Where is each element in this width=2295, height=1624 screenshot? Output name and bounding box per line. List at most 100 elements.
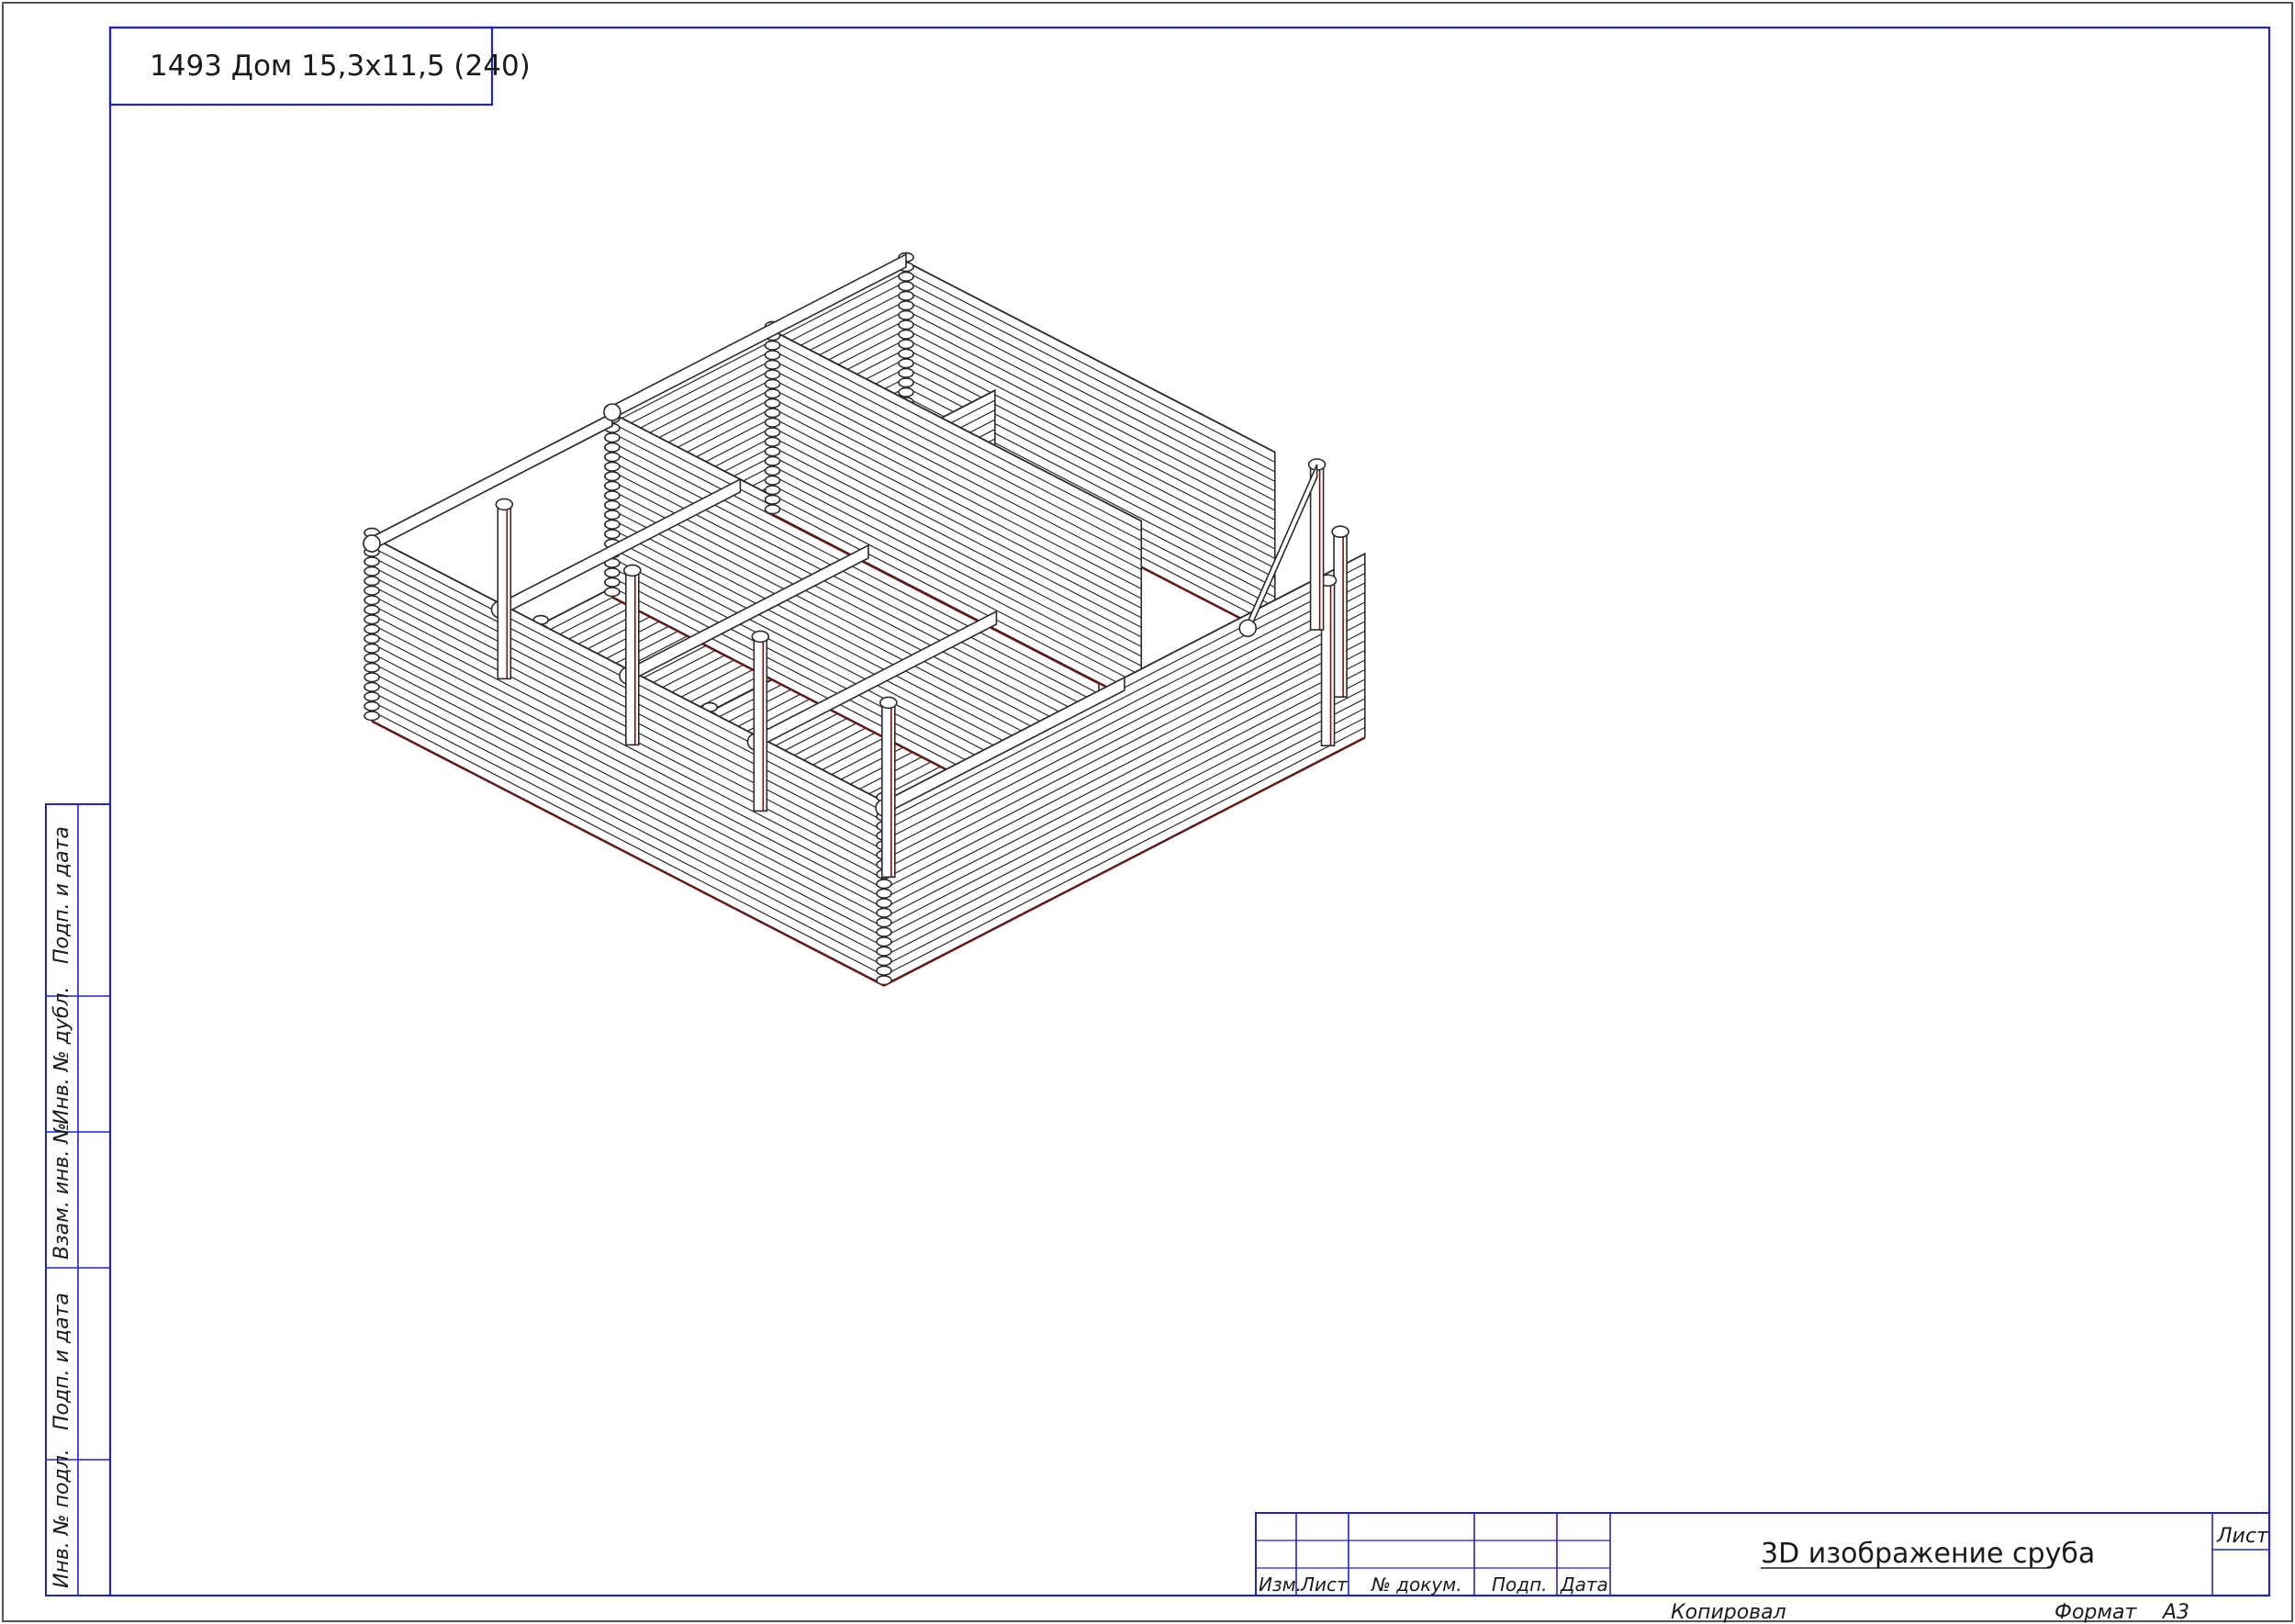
veranda-post-2	[624, 569, 640, 746]
veranda-post-4-top	[879, 696, 898, 710]
inner-wall-cross-a-log-end	[604, 529, 621, 540]
sheet-title: 3D изображение сруба	[1761, 1538, 2095, 1570]
project-title-box: 1493 Дом 15,3х11,5 (240)	[108, 26, 531, 106]
porch-post-1-top	[1331, 525, 1349, 539]
left-front-wall-log-end	[364, 700, 380, 711]
left-front-wall-log-end	[364, 711, 380, 722]
right-wall-log-end	[898, 290, 914, 301]
inner-wall-cross-b-log-end	[764, 417, 781, 428]
col-doc-number: № докум.	[1371, 1574, 1462, 1596]
inner-wall-cross-a-log-end	[604, 442, 621, 453]
porch-beam-end	[1238, 619, 1258, 638]
inner-wall-cross-b-log-end	[764, 408, 781, 419]
inner-wall-cross-a-log-end	[604, 567, 621, 578]
log-house-3d-drawing	[363, 252, 1366, 987]
veranda-post-1-top	[495, 498, 514, 511]
front-wall-log-end	[876, 907, 892, 918]
inner-wall-cross-a-log-end	[604, 471, 621, 482]
inner-wall-cross-a-log-end	[604, 432, 621, 443]
left-front-wall-log-end	[364, 691, 380, 702]
side-stamp-signature-date-1: Подп. и дата	[50, 826, 73, 964]
front-wall-log-end	[876, 926, 892, 937]
veranda-post-1	[497, 503, 512, 680]
inner-wall-cross-a-log-end	[604, 499, 621, 510]
drawing-sheet: 1493 Дом 15,3х11,5 (240) Подп. и дата Ин…	[2, 2, 2293, 1624]
porch-post-1	[1333, 531, 1348, 699]
inner-wall-cross-a-log-end	[604, 480, 621, 491]
inner-wall-cross-a-log-end	[604, 510, 621, 521]
right-wall-log-end	[898, 377, 914, 388]
left-front-wall-log-end	[364, 672, 380, 683]
right-wall-log-end	[898, 329, 914, 340]
inner-wall-cross-b-log-end	[764, 369, 781, 380]
inner-wall-cross-a-log-end	[604, 577, 621, 588]
left-front-wall-log-end	[364, 614, 380, 625]
veranda-post-2-top	[622, 564, 642, 577]
left-front-wall-log-end	[364, 633, 380, 644]
right-wall-log-end	[898, 309, 914, 320]
format-value: А3	[2161, 1601, 2189, 1624]
right-wall-log-end	[898, 358, 914, 369]
inner-wall-cross-a-log-end	[604, 587, 621, 598]
left-front-wall-log-end	[364, 566, 380, 577]
inner-wall-cross-b-log-end	[764, 446, 781, 457]
inner-wall-cross-b-log-end	[764, 465, 781, 476]
side-stamp-replaced-inv: Взам. инв. №	[50, 1123, 73, 1260]
right-wall-log-end	[898, 319, 914, 330]
front-wall-log-end	[876, 888, 892, 899]
inner-wall-cross-b-log-end	[764, 350, 781, 361]
inner-wall-cross-b-log-end	[764, 494, 781, 505]
top-beam-back	[371, 411, 613, 552]
front-wall-log-end	[876, 879, 892, 890]
top-beam-back-end	[363, 534, 381, 553]
front-wall-log-end	[876, 936, 892, 947]
right-wall-log-end	[898, 271, 914, 282]
right-wall-log-end	[898, 367, 914, 378]
inner-wall-cross-b-log-end	[764, 388, 781, 399]
side-stamp-original-inv: Инв. № подл.	[50, 1449, 73, 1588]
inner-wall-cross-b-log-end	[764, 455, 781, 466]
left-front-wall-log-end	[364, 623, 380, 634]
front-wall-log-end	[876, 956, 892, 967]
inner-wall-cross-a-log-end	[604, 452, 621, 463]
right-wall-log-end	[898, 339, 914, 350]
inner-wall-cross-a-log-end	[604, 519, 621, 530]
left-front-wall-log-end	[364, 643, 380, 654]
front-wall-log-end	[876, 898, 892, 909]
left-front-wall-log-end	[364, 576, 380, 587]
veranda-post-4	[880, 701, 896, 879]
veranda-post-3-top	[751, 630, 770, 644]
left-front-wall-log-end	[364, 595, 380, 606]
col-date: Дата	[1560, 1574, 1608, 1596]
inner-wall-cross-b-log-end	[764, 398, 781, 409]
inner-wall-cross-a-log-end	[604, 461, 621, 472]
inner-wall-cross-b-log-end	[764, 427, 781, 438]
right-wall-log-end	[898, 300, 914, 311]
col-signature: Подп.	[1492, 1574, 1548, 1596]
front-wall-log-end	[876, 965, 892, 976]
right-wall-log-end	[898, 386, 914, 398]
left-front-wall-log-end	[364, 653, 380, 664]
inner-wall-cross-b-log-end	[764, 378, 781, 389]
right-wall-log-end	[898, 348, 914, 359]
copied-label: Копировал	[1671, 1601, 1786, 1624]
veranda-post-3	[753, 635, 768, 812]
inner-wall-cross-b-log-end	[764, 504, 781, 515]
title-block: Изм. Лист № докум. Подп. Дата 3D изображ…	[1255, 1512, 2270, 1596]
sheet-label: Лист	[2216, 1525, 2269, 1548]
col-change: Изм.	[1259, 1574, 1302, 1596]
left-front-wall-log-end	[364, 681, 380, 692]
project-title: 1493 Дом 15,3х11,5 (240)	[150, 50, 531, 83]
left-front-wall-log-end	[364, 604, 380, 615]
inner-wall-cross-a-log-end	[604, 490, 621, 501]
inner-wall-cross-b-log-end	[764, 475, 781, 486]
inner-wall-cross-b-log-end	[764, 485, 781, 496]
right-wall-log-end	[898, 281, 914, 292]
left-front-wall-log-end	[364, 556, 380, 567]
inner-wall-cross-b-log-end	[764, 340, 781, 351]
col-sheet: Лист	[1300, 1574, 1349, 1596]
inner-wall-cross-b-log-end	[764, 359, 781, 370]
left-front-wall-log-end	[364, 662, 380, 673]
top-beam-ridge-end	[603, 403, 621, 421]
side-stamp-duplicate-inv: Инв. № дубл.	[50, 986, 73, 1125]
